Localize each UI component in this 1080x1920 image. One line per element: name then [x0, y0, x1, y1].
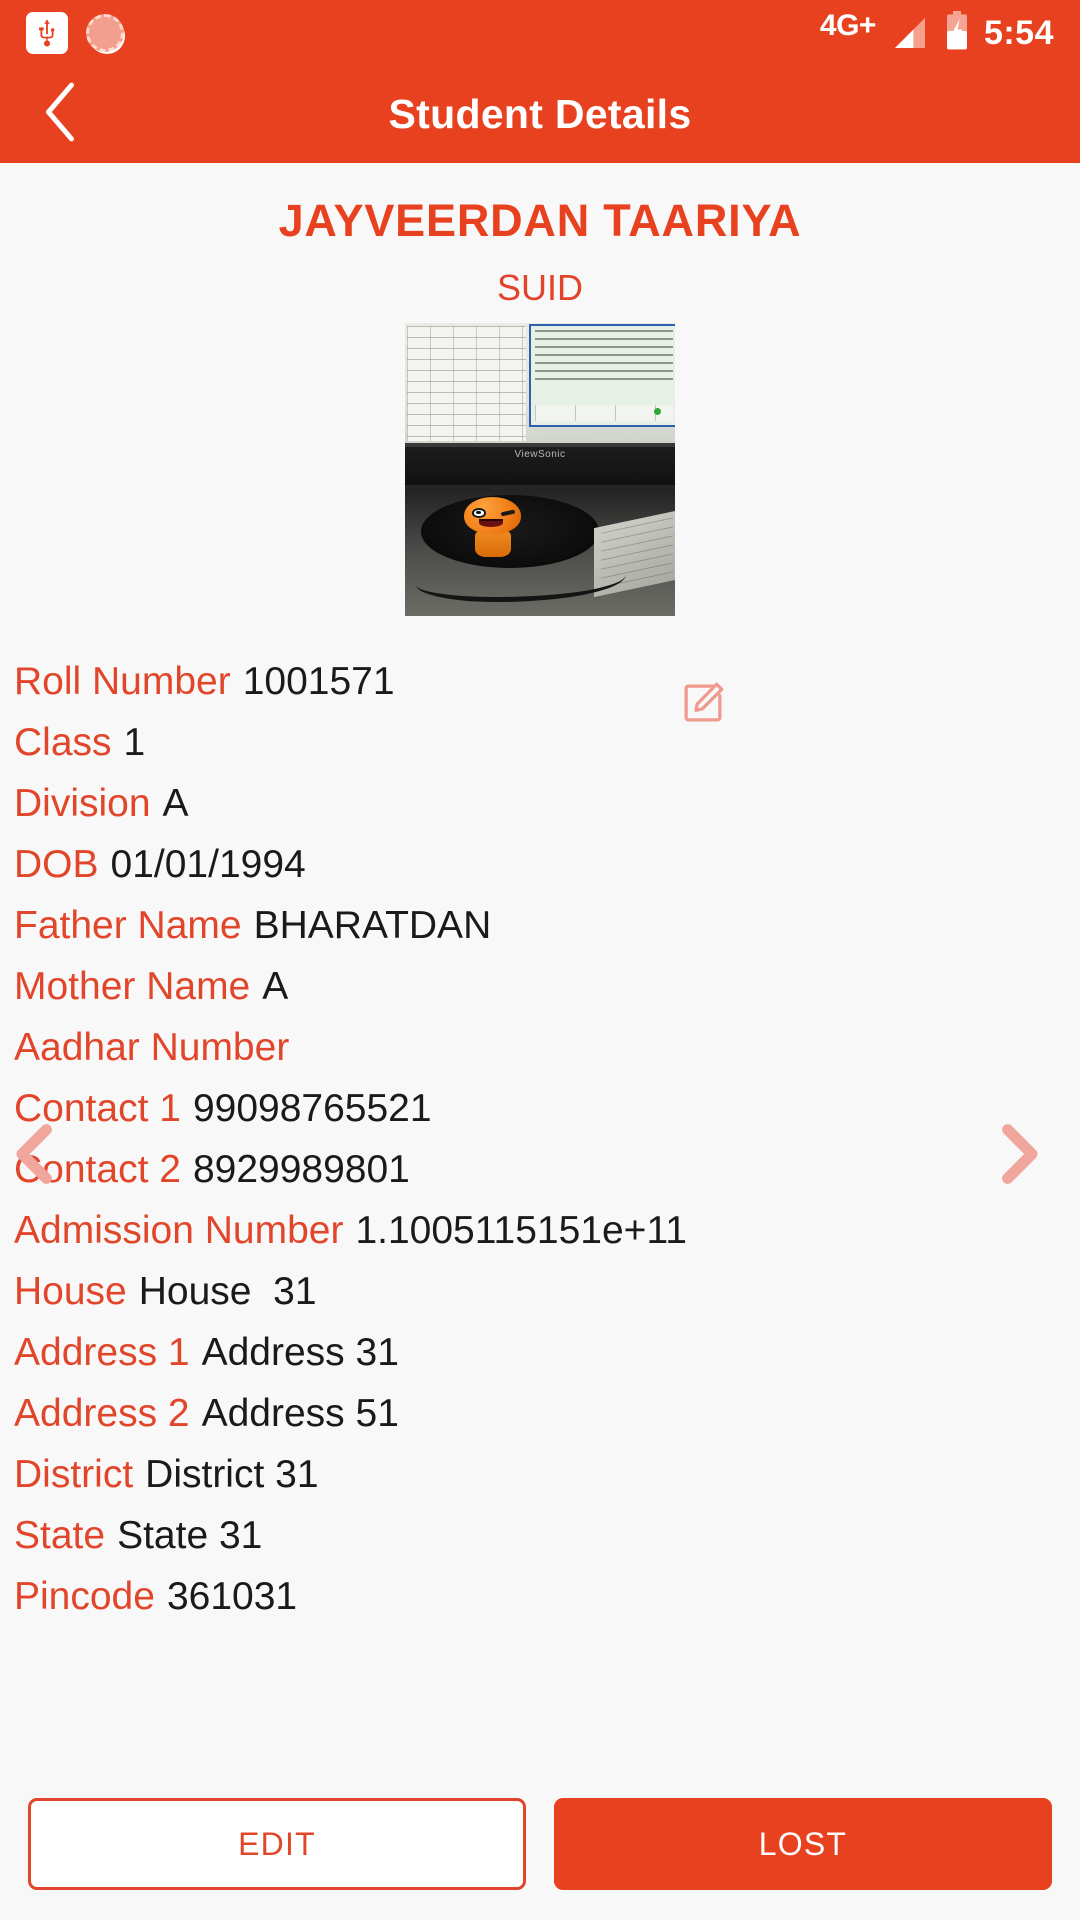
detail-label: Aadhar Number — [14, 1026, 290, 1069]
detail-value: 1.1005115151e+11 — [355, 1209, 687, 1252]
edit-pencil-icon[interactable] — [680, 680, 726, 726]
detail-label: Address 1 — [14, 1331, 190, 1374]
detail-value: State 31 — [117, 1514, 263, 1557]
chevron-left-icon — [0, 1124, 74, 1197]
detail-row-district: District District 31 — [12, 1444, 1068, 1505]
detail-row-mother-name: Mother Name A — [12, 956, 1068, 1017]
detail-row-class: Class 1 — [12, 712, 1068, 773]
detail-value: A — [262, 965, 289, 1008]
usb-icon — [26, 12, 68, 54]
student-name: JAYVEERDAN TAARIYA — [278, 195, 802, 246]
detail-label: District — [14, 1453, 134, 1496]
detail-row-roll-number: Roll Number 1001571 — [12, 651, 1068, 712]
student-photo[interactable]: ViewSonic — [405, 323, 675, 616]
detail-row-father-name: Father Name BHARATDAN — [12, 895, 1068, 956]
detail-row-contact-2: Contact 2 8929989801 — [12, 1139, 1068, 1200]
photo-chat-footer — [535, 405, 673, 422]
detail-label: Division — [14, 782, 151, 825]
student-details-list: Roll Number 1001571 Class 1 Division A DOB 0… — [0, 651, 1080, 1627]
detail-value: District 31 — [145, 1453, 319, 1496]
detail-row-contact-1: Contact 1 99098765521 — [12, 1078, 1068, 1139]
photo-monitor: ViewSonic — [405, 446, 675, 485]
photo-toy-head — [464, 496, 522, 535]
photo-chat-window — [529, 324, 675, 428]
student-details-screen: 4G+ 5:54 Student Details JAYVEERDAN TAAR… — [0, 0, 1080, 1920]
detail-label: Pincode — [14, 1575, 155, 1618]
detail-label: State — [14, 1514, 106, 1557]
detail-row-division: Division A — [12, 773, 1068, 834]
student-suid: SUID — [496, 267, 583, 308]
status-bar-left-icons — [26, 12, 124, 54]
photo-toy-mouth — [479, 518, 503, 527]
detail-label: Admission Number — [14, 1209, 344, 1252]
detail-value: House 31 — [138, 1270, 317, 1313]
previous-student-button[interactable] — [0, 1115, 74, 1193]
chevron-right-icon — [980, 1124, 1058, 1197]
detail-value: 8929989801 — [192, 1148, 410, 1191]
detail-value: 01/01/1994 — [110, 843, 306, 886]
detail-value: 99098765521 — [192, 1087, 432, 1130]
lost-button[interactable]: LOST — [554, 1798, 1052, 1890]
back-chevron-icon — [37, 81, 83, 148]
detail-value: 1 — [123, 721, 146, 764]
detail-row-address-1: Address 1 Address 31 — [12, 1322, 1068, 1383]
photo-monitor-brand: ViewSonic — [514, 449, 566, 461]
photo-desk-region: ViewSonic — [405, 443, 675, 616]
detail-label: Roll Number — [14, 660, 231, 703]
photo-screen-region — [405, 323, 675, 444]
detail-label: Class — [14, 721, 112, 764]
back-button[interactable] — [30, 80, 90, 150]
student-photo-section: ViewSonic — [0, 323, 1080, 722]
detail-value: 1001571 — [242, 660, 395, 703]
detail-value: Address 31 — [201, 1331, 399, 1374]
photo-toy-eye — [471, 507, 487, 518]
detail-label: Father Name — [14, 904, 242, 947]
photo-spreadsheet — [407, 326, 526, 442]
detail-value: Address 51 — [201, 1392, 399, 1435]
status-bar-right-icons: 4G+ 5:54 — [819, 9, 1054, 56]
detail-label: Address 2 — [14, 1392, 190, 1435]
detail-label: Mother Name — [14, 965, 251, 1008]
detail-label: House — [14, 1270, 127, 1313]
action-button-bar: EDIT LOST — [0, 1776, 1080, 1920]
detail-row-dob: DOB 01/01/1994 — [12, 834, 1068, 895]
sync-spinner-icon — [86, 14, 124, 52]
detail-row-admission-number: Admission Number 1.1005115151e+11 — [12, 1200, 1068, 1261]
edit-button[interactable]: EDIT — [28, 1798, 526, 1890]
detail-label: DOB — [14, 843, 99, 886]
photo-chat-text — [535, 330, 673, 382]
signal-bars-icon — [890, 13, 930, 53]
page-title: Student Details — [388, 91, 692, 137]
network-type-label: 4G+ — [819, 9, 877, 42]
content-area: JAYVEERDAN TAARIYA SUID ViewSonic Roll N… — [0, 163, 1080, 1920]
detail-row-house: House House 31 — [12, 1261, 1068, 1322]
battery-charging-icon — [944, 10, 970, 56]
photo-toy-figure — [464, 496, 522, 557]
status-bar: 4G+ 5:54 — [0, 0, 1080, 66]
photo-toy-wink — [500, 509, 515, 517]
clock-label: 5:54 — [983, 13, 1054, 52]
next-student-button[interactable] — [980, 1115, 1058, 1193]
detail-row-address-2: Address 2 Address 51 — [12, 1383, 1068, 1444]
detail-row-state: State State 31 — [12, 1505, 1068, 1566]
detail-row-aadhar-number: Aadhar Number — [12, 1017, 1068, 1078]
detail-value: BHARATDAN — [253, 904, 492, 947]
detail-value: 361031 — [166, 1575, 298, 1618]
detail-row-pincode: Pincode 361031 — [12, 1566, 1068, 1627]
detail-value: A — [162, 782, 189, 825]
app-bar: Student Details — [0, 66, 1080, 163]
